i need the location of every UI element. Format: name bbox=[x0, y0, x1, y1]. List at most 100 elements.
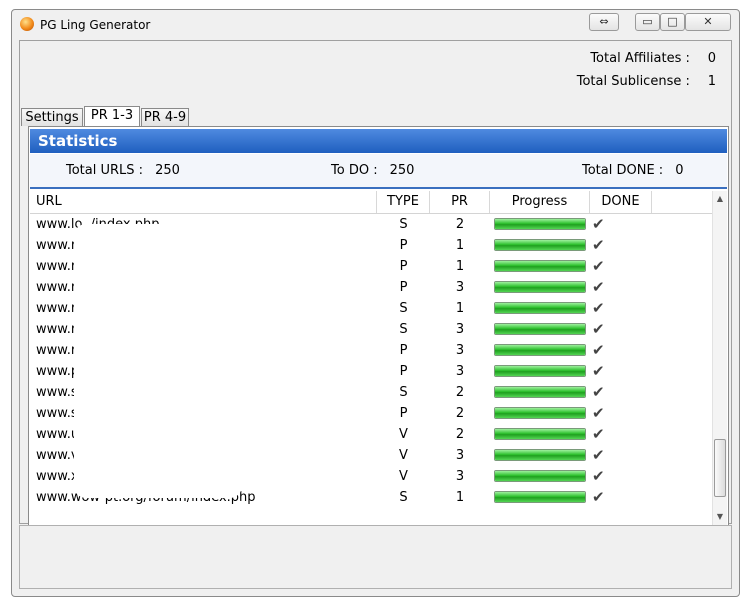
progress-bar bbox=[494, 428, 586, 440]
stat-total-urls: Total URLS : 250 bbox=[66, 163, 180, 178]
done-check-icon: ✔ bbox=[592, 215, 605, 233]
progress-bar bbox=[494, 386, 586, 398]
cell-type: V bbox=[399, 427, 408, 442]
cell-type: S bbox=[399, 490, 408, 505]
total-sublicense-label: Total Sublicense : bbox=[576, 74, 690, 89]
title-bar[interactable]: PG Ling Generator ⇔ ▭ □ ✕ bbox=[12, 10, 739, 40]
cell-type: P bbox=[399, 364, 408, 379]
table-header: URL TYPE PR Progress DONE bbox=[30, 191, 712, 214]
tab-settings[interactable]: Settings bbox=[21, 108, 83, 126]
total-urls-value: 250 bbox=[155, 163, 180, 178]
progress-bar bbox=[494, 260, 586, 272]
progress-bar bbox=[494, 239, 586, 251]
progress-bar bbox=[494, 407, 586, 419]
total-affiliates-value: 0 bbox=[707, 51, 716, 66]
bottom-panel bbox=[19, 525, 732, 589]
column-header-pr[interactable]: PR bbox=[430, 191, 490, 213]
progress-fill bbox=[495, 345, 585, 355]
redaction-overlay bbox=[74, 224, 242, 498]
done-check-icon: ✔ bbox=[592, 257, 605, 275]
cell-type: P bbox=[399, 343, 408, 358]
cell-pr: 3 bbox=[455, 448, 465, 463]
total-affiliates: Total Affiliates : 0 bbox=[590, 51, 716, 66]
cell-type: V bbox=[399, 448, 408, 463]
cell-pr: 3 bbox=[455, 322, 465, 337]
done-check-icon: ✔ bbox=[592, 425, 605, 443]
cell-type: S bbox=[399, 217, 408, 232]
scroll-down-icon[interactable]: ▼ bbox=[713, 510, 727, 524]
cell-pr: 1 bbox=[455, 301, 465, 316]
total-sublicense: Total Sublicense : 1 bbox=[577, 74, 716, 89]
done-check-icon: ✔ bbox=[592, 488, 605, 506]
progress-bar bbox=[494, 365, 586, 377]
total-done-value: 0 bbox=[675, 163, 684, 178]
progress-fill bbox=[495, 366, 585, 376]
column-header-done[interactable]: DONE bbox=[590, 191, 652, 213]
progress-fill bbox=[495, 408, 585, 418]
app-logo-icon bbox=[20, 17, 34, 31]
column-header-progress[interactable]: Progress bbox=[490, 191, 590, 213]
total-sublicense-value: 1 bbox=[707, 74, 716, 89]
cell-type: P bbox=[399, 280, 408, 295]
progress-fill bbox=[495, 429, 585, 439]
column-header-url[interactable]: URL bbox=[30, 191, 377, 213]
statistics-title: Statistics bbox=[30, 129, 727, 153]
progress-bar bbox=[494, 218, 586, 230]
done-check-icon: ✔ bbox=[592, 320, 605, 338]
scroll-thumb[interactable] bbox=[714, 439, 726, 497]
progress-bar bbox=[494, 323, 586, 335]
done-check-icon: ✔ bbox=[592, 299, 605, 317]
done-check-icon: ✔ bbox=[592, 362, 605, 380]
window-title: PG Ling Generator bbox=[40, 18, 151, 32]
done-check-icon: ✔ bbox=[592, 236, 605, 254]
close-button[interactable]: ✕ bbox=[685, 13, 731, 31]
progress-fill bbox=[495, 303, 585, 313]
done-check-icon: ✔ bbox=[592, 278, 605, 296]
cell-type: V bbox=[399, 469, 408, 484]
cell-type: P bbox=[399, 238, 408, 253]
cell-pr: 3 bbox=[455, 364, 465, 379]
progress-bar bbox=[494, 344, 586, 356]
progress-fill bbox=[495, 261, 585, 271]
cell-pr: 3 bbox=[455, 280, 465, 295]
progress-fill bbox=[495, 471, 585, 481]
cell-pr: 3 bbox=[455, 469, 465, 484]
todo-value: 250 bbox=[389, 163, 415, 178]
statistics-summary: Total URLS : 250 To DO : 250 Total DONE : 0 bbox=[30, 154, 727, 189]
total-urls-label: Total URLS : bbox=[66, 163, 144, 178]
resize-button[interactable]: ⇔ bbox=[589, 13, 619, 31]
progress-bar bbox=[494, 302, 586, 314]
scroll-up-icon[interactable]: ▲ bbox=[713, 192, 727, 206]
cell-pr: 2 bbox=[455, 217, 465, 232]
total-affiliates-label: Total Affiliates : bbox=[590, 51, 690, 66]
progress-fill bbox=[495, 492, 585, 502]
column-header-type[interactable]: TYPE bbox=[377, 191, 430, 213]
maximize-button[interactable]: □ bbox=[660, 13, 685, 31]
cell-type: S bbox=[399, 301, 408, 316]
progress-fill bbox=[495, 219, 585, 229]
cell-type: S bbox=[399, 322, 408, 337]
cell-pr: 2 bbox=[455, 406, 465, 421]
tab-pr-1-3[interactable]: PR 1-3 bbox=[84, 106, 140, 127]
cell-pr: 1 bbox=[455, 490, 465, 505]
minimize-button[interactable]: ▭ bbox=[635, 13, 660, 31]
tab-pr-4-9[interactable]: PR 4-9 bbox=[141, 108, 189, 126]
done-check-icon: ✔ bbox=[592, 404, 605, 422]
vertical-scrollbar[interactable]: ▲ ▼ bbox=[712, 191, 727, 525]
progress-bar bbox=[494, 470, 586, 482]
stat-todo: To DO : 250 bbox=[331, 163, 414, 178]
progress-fill bbox=[495, 387, 585, 397]
cell-pr: 2 bbox=[455, 427, 465, 442]
cell-pr: 1 bbox=[455, 238, 465, 253]
done-check-icon: ✔ bbox=[592, 446, 605, 464]
progress-fill bbox=[495, 324, 585, 334]
cell-type: P bbox=[399, 406, 408, 421]
done-check-icon: ✔ bbox=[592, 467, 605, 485]
cell-pr: 1 bbox=[455, 259, 465, 274]
stat-total-done: Total DONE : 0 bbox=[582, 163, 683, 178]
cell-type: P bbox=[399, 259, 408, 274]
progress-fill bbox=[495, 450, 585, 460]
done-check-icon: ✔ bbox=[592, 383, 605, 401]
progress-bar bbox=[494, 281, 586, 293]
todo-label: To DO : bbox=[331, 163, 378, 178]
